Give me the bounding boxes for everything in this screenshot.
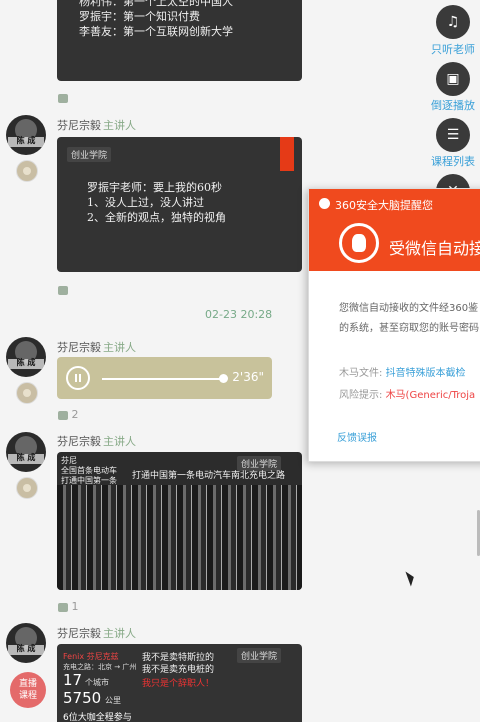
member-badge (16, 477, 38, 499)
slide-logo: 创业学院 (237, 648, 282, 663)
360-logo-icon (319, 198, 330, 209)
like-count: 1 (71, 600, 79, 613)
slide-headline: 打通中国第一条电动汽车南北充电之路 (132, 471, 286, 481)
audio-progress-knob[interactable] (219, 374, 228, 383)
author-role: 主讲人 (103, 341, 136, 354)
author-name[interactable]: 芬尼宗毅 (57, 339, 101, 355)
slide-right-text: 我不是卖特斯拉的 我不是卖充电桩的 (142, 653, 215, 675)
slide-distance: 5750 (63, 689, 102, 707)
author-role: 主讲人 (103, 119, 136, 132)
slide-city-count: 17 (63, 671, 83, 689)
headphone-icon: ♫ (446, 14, 460, 30)
popup-title: 360安全大脑提醒您 (335, 199, 433, 212)
popup-desc-1: 您微信自动接收的文件经360鉴 (339, 303, 479, 314)
security-alert-popup[interactable]: 360安全大脑提醒您 受微信自动接收 您微信自动接收的文件经360鉴 的系统，甚… (308, 188, 480, 462)
reverse-play-icon: ▣ (446, 71, 460, 87)
slide-city-unit: 个城市 (85, 678, 109, 687)
author-role: 主讲人 (103, 627, 136, 640)
popup-risk-row: 风险提示: 木马(Generic/Troja (339, 386, 475, 401)
member-badge (16, 382, 38, 404)
author-name[interactable]: 芬尼宗毅 (57, 433, 101, 449)
slide-text: 罗振宇老师：要上我的60秒 1、没人上过，没人讲过 2、全新的观点，独特的视角 (87, 181, 226, 224)
like-button[interactable]: 2 (58, 408, 79, 421)
mouse-cursor (405, 569, 417, 587)
slide-accent (280, 137, 294, 171)
author-role: 主讲人 (103, 435, 136, 448)
popup-file-key: 木马文件: (339, 368, 383, 379)
avatar[interactable]: 陈 成 (6, 623, 46, 663)
like-button[interactable]: 1 (58, 600, 79, 613)
audio-duration: 2'36" (232, 370, 264, 384)
popup-risk-value: 木马(Generic/Troja (385, 390, 476, 401)
popup-risk-key: 风险提示: (339, 390, 383, 401)
slide-brand: Fenix 芬尼克兹 (63, 652, 119, 661)
thumb-up-icon (58, 602, 68, 612)
listen-teacher-button[interactable]: ♫ (436, 5, 470, 39)
thumb-up-icon (58, 93, 68, 103)
audio-message[interactable]: 2'36" (57, 357, 272, 399)
popup-file-value: 抖音特殊版本截检 (385, 368, 466, 379)
like-count: 2 (71, 408, 79, 421)
like-button[interactable] (58, 91, 68, 104)
live-badge[interactable]: 直播 课程 (10, 672, 46, 708)
slide-text: 杨利伟：第一个上太空的中国人 罗振宇：第一个知识付费 李善友：第一个互联网创新大… (79, 0, 233, 38)
author-name[interactable]: 芬尼宗毅 (57, 117, 101, 133)
message-timestamp: 02-23 20:28 (205, 308, 273, 321)
reverse-play-label[interactable]: 倒逐播放 (431, 97, 475, 113)
pause-icon[interactable] (66, 366, 90, 390)
list-icon: ☰ (446, 127, 460, 143)
popup-desc-2: 的系统，甚至窃取您的账号密码 (339, 323, 479, 334)
avatar-text: 陈 成 (16, 136, 36, 145)
report-false-positive-link[interactable]: 反馈误报 (337, 429, 377, 444)
author-name[interactable]: 芬尼宗毅 (57, 625, 101, 641)
avatar-text: 陈 成 (16, 453, 36, 462)
slide-image[interactable]: 创业学院 芬尼 全国首条电动车 打通中国第一条 电动汽车充电之路 打通中国第一条… (57, 452, 302, 590)
avatar-text: 陈 成 (16, 358, 36, 367)
thumb-up-icon (58, 285, 68, 295)
course-list-button[interactable]: ☰ (436, 118, 470, 152)
listen-teacher-label[interactable]: 只听老师 (431, 41, 475, 57)
thumb-up-icon (58, 410, 68, 420)
slide-logo: 创业学院 (67, 147, 112, 162)
crowd-photo (57, 485, 302, 590)
slide-right-red: 我只是个辞职人！ (142, 679, 215, 689)
avatar-text: 陈 成 (16, 644, 36, 653)
horse-shield-icon (339, 223, 379, 263)
slide-logo: 创业学院 (237, 456, 282, 471)
popup-file-row: 木马文件: 抖音特殊版本截检 (339, 364, 466, 379)
course-list-label[interactable]: 课程列表 (431, 153, 475, 169)
like-button[interactable] (58, 283, 68, 296)
slide-distance-unit: 公里 (105, 696, 121, 705)
slide-guests: 6位大咖全程参与 (63, 713, 132, 722)
popup-header: 360安全大脑提醒您 受微信自动接收 (309, 189, 480, 271)
popup-heading: 受微信自动接收 (389, 239, 480, 258)
audio-progress-track[interactable] (102, 378, 222, 380)
slide-image[interactable]: 杨利伟：第一个上太空的中国人 罗振宇：第一个知识付费 李善友：第一个互联网创新大… (57, 0, 302, 81)
slide-image[interactable]: 创业学院 罗振宇老师：要上我的60秒 1、没人上过，没人讲过 2、全新的观点，独… (57, 137, 302, 272)
member-badge (16, 160, 38, 182)
avatar[interactable]: 陈 成 (6, 115, 46, 155)
avatar[interactable]: 陈 成 (6, 432, 46, 472)
reverse-play-button[interactable]: ▣ (436, 62, 470, 96)
slide-image[interactable]: 创业学院 Fenix 芬尼克兹 充电之路：北京 → 广州 17 个城市 5750… (57, 644, 302, 722)
avatar[interactable]: 陈 成 (6, 337, 46, 377)
